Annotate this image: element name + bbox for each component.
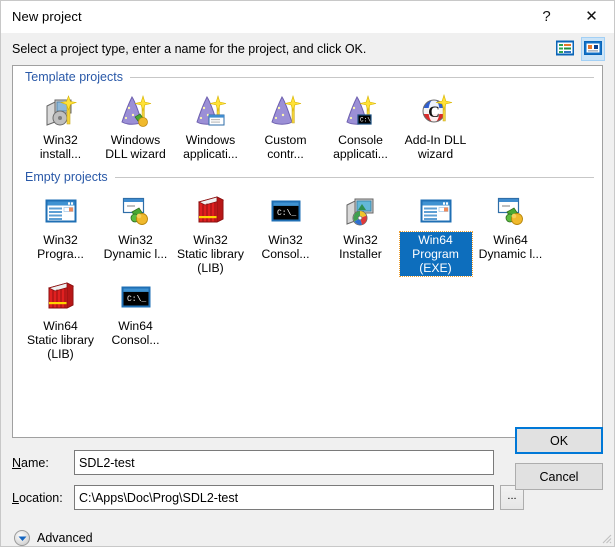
window-program-icon: [41, 192, 81, 230]
svg-text:C:\_: C:\_: [277, 209, 296, 218]
installer-monitor-icon: [341, 192, 381, 230]
c-ball-wand-icon: C: [416, 92, 456, 130]
name-input[interactable]: SDL2-test: [74, 450, 494, 475]
wizard-hat-icon: [266, 92, 306, 130]
window-title: New project: [12, 9, 82, 24]
dll-puzzle-icon: [116, 192, 156, 230]
resize-grip[interactable]: [600, 532, 612, 544]
project-tile-label: Windows DLL wizard: [105, 133, 166, 161]
project-tile-console-application[interactable]: C:\ Console applicati...: [323, 90, 398, 162]
project-tile-win64-dynamic-library[interactable]: Win64 Dynamic l...: [473, 190, 548, 276]
project-type-list[interactable]: Template projects Win32 install... Windo…: [12, 65, 603, 438]
svg-text:C: C: [428, 104, 440, 121]
project-tile-label: Win32 Static library (LIB): [176, 233, 245, 275]
project-tile-win32-static-library[interactable]: Win32 Static library (LIB): [173, 190, 248, 276]
project-tile-label: Win32 Dynamic l...: [103, 233, 168, 261]
installer-wand-icon: [41, 92, 81, 130]
cancel-button[interactable]: Cancel: [515, 463, 603, 490]
group-divider: [114, 176, 594, 178]
project-tile-label: Console applicati...: [333, 133, 388, 161]
group-divider: [129, 76, 594, 78]
location-input[interactable]: C:\Apps\Doc\Prog\SDL2-test: [74, 485, 494, 510]
tile-view-button[interactable]: [581, 37, 605, 61]
project-tile-label: Win64 Dynamic l...: [478, 233, 543, 261]
project-tile-label: Add-In DLL wizard: [404, 133, 467, 161]
dll-puzzle-icon: [491, 192, 531, 230]
group-title: Empty projects: [25, 170, 108, 184]
ok-button[interactable]: OK: [515, 427, 603, 454]
view-toggle-group: [553, 37, 605, 61]
chevron-down-icon: [14, 530, 30, 546]
project-tile-label: Win64 Static library (LIB): [26, 319, 95, 361]
project-tile-win64-program[interactable]: Win64 Program (EXE): [398, 190, 473, 277]
title-bar: New project ? ✕: [1, 1, 614, 33]
group-header: Template projects: [13, 66, 602, 88]
group-header: Empty projects: [13, 166, 602, 188]
console-window-icon: C:\_: [266, 192, 306, 230]
project-tile-label: Win32 Installer: [339, 233, 382, 261]
red-books-icon: [41, 278, 81, 316]
name-label: Name:: [12, 455, 49, 470]
dialog-buttons: OK Cancel: [515, 427, 603, 490]
project-tile-win32-installer-template[interactable]: Win32 install...: [23, 90, 98, 162]
project-tile-win32-console[interactable]: C:\_ Win32 Consol...: [248, 190, 323, 276]
project-tile-label: Win32 install...: [39, 133, 82, 161]
project-tile-addin-dll-wizard[interactable]: C Add-In DLL wizard: [398, 90, 473, 162]
group-empty-tiles: Win32 Progra... Win32 Dynamic l... Win32…: [13, 188, 602, 366]
project-tile-win32-installer[interactable]: Win32 Installer: [323, 190, 398, 276]
wizard-hat-console-icon: C:\: [341, 92, 381, 130]
project-tile-win64-console[interactable]: C:\_ Win64 Consol...: [98, 276, 173, 362]
new-project-dialog: New project ? ✕ Select a project type, e…: [0, 0, 615, 547]
project-tile-label: Custom contr...: [264, 133, 307, 161]
project-tile-windows-dll-wizard[interactable]: Windows DLL wizard: [98, 90, 173, 162]
list-view-icon: [555, 40, 575, 59]
location-label: Location:: [12, 490, 63, 505]
project-tile-label: Win64 Program (EXE): [398, 231, 473, 277]
help-button[interactable]: ?: [524, 1, 569, 32]
group-title: Template projects: [25, 70, 123, 84]
console-window-icon: C:\_: [116, 278, 156, 316]
question-mark-icon: ?: [542, 8, 551, 25]
project-tile-label: Win32 Progra...: [37, 233, 84, 261]
wizard-hat-dll-icon: [116, 92, 156, 130]
close-button[interactable]: ✕: [569, 1, 614, 32]
group-empty-projects: Empty projects Win32 Progra... Win32 Dyn…: [13, 166, 602, 366]
window-program-icon: [416, 192, 456, 230]
advanced-toggle[interactable]: Advanced: [1, 520, 614, 546]
svg-text:C:\_: C:\_: [127, 295, 146, 304]
group-template-tiles: Win32 install... Windows DLL wizard Wind…: [13, 88, 602, 166]
project-tile-win64-static-library[interactable]: Win64 Static library (LIB): [23, 276, 98, 362]
svg-text:C:\: C:\: [360, 117, 371, 124]
instruction-text: Select a project type, enter a name for …: [12, 42, 367, 56]
wizard-hat-window-icon: [191, 92, 231, 130]
project-tile-label: Win32 Consol...: [261, 233, 310, 261]
tile-view-icon: [584, 40, 602, 59]
project-tile-win32-dynamic-library[interactable]: Win32 Dynamic l...: [98, 190, 173, 276]
advanced-label: Advanced: [37, 531, 93, 545]
list-view-button[interactable]: [553, 37, 577, 61]
project-tile-label: Win64 Consol...: [111, 319, 160, 347]
group-template-projects: Template projects Win32 install... Windo…: [13, 66, 602, 166]
close-icon: ✕: [585, 8, 598, 25]
project-tile-win32-program[interactable]: Win32 Progra...: [23, 190, 98, 276]
red-books-icon: [191, 192, 231, 230]
project-tile-label: Windows applicati...: [183, 133, 238, 161]
instruction-bar: Select a project type, enter a name for …: [1, 33, 614, 65]
project-tile-windows-application[interactable]: Windows applicati...: [173, 90, 248, 162]
project-tile-custom-control[interactable]: Custom contr...: [248, 90, 323, 162]
